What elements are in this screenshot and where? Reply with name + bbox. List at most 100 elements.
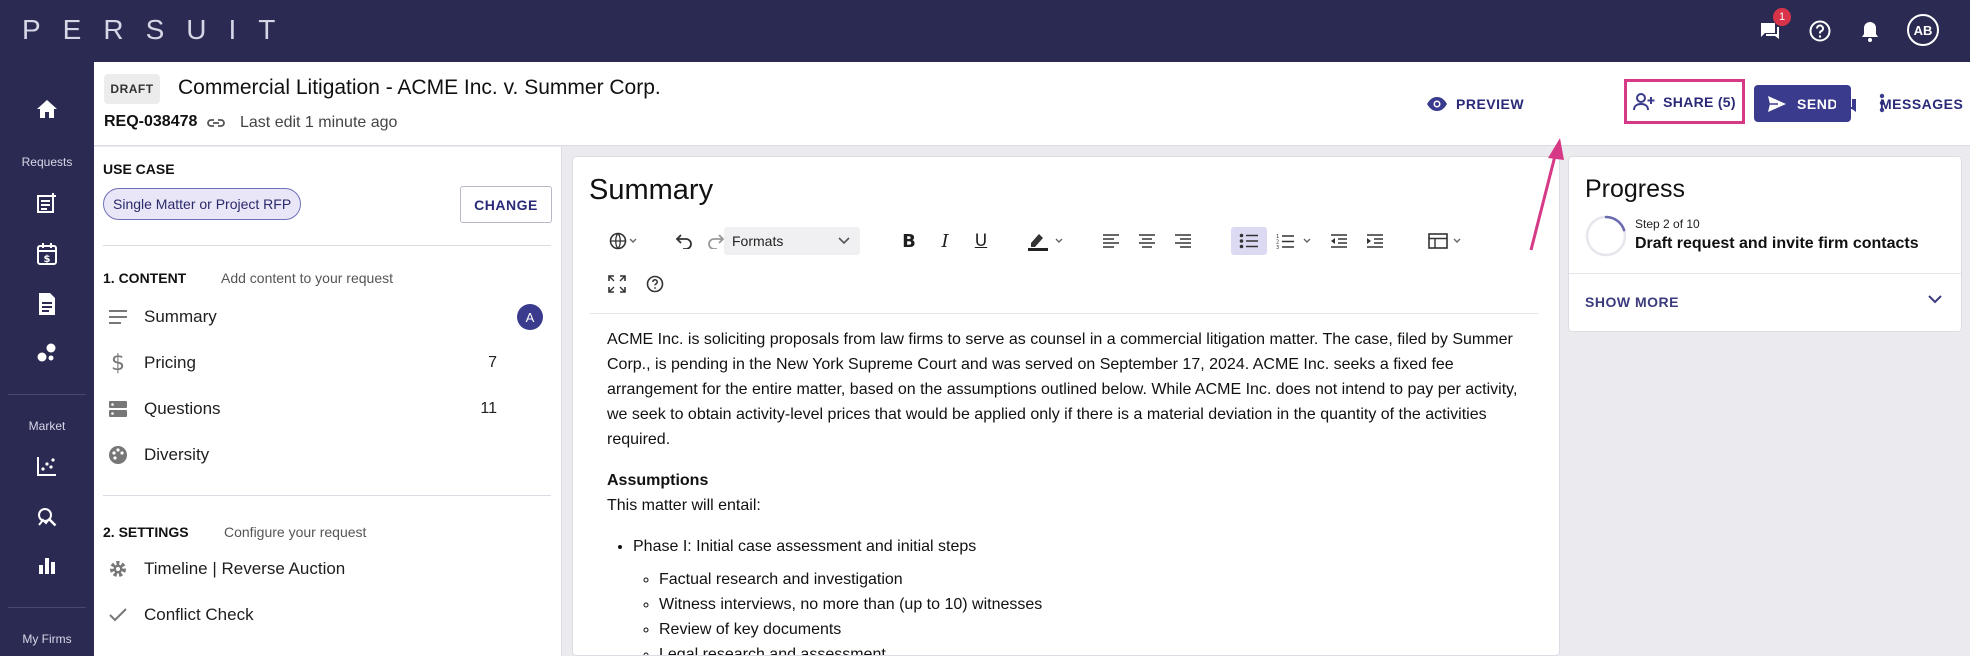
settings-item-timeline[interactable]: Timeline | Reverse Auction [103, 551, 549, 587]
align-right-icon[interactable] [1170, 227, 1196, 255]
summary-editor: Summary Formats B I U 1 2 3 ACME Inc. is… [572, 156, 1560, 656]
editor-content[interactable]: ACME Inc. is soliciting proposals from l… [607, 327, 1527, 655]
progress-ring [1585, 215, 1627, 257]
divider [103, 245, 551, 246]
bar-chart-icon[interactable] [0, 555, 94, 575]
undo-icon[interactable] [672, 227, 696, 255]
phase-sublist: Factual research and investigation Witne… [659, 567, 1527, 655]
gear-icon [103, 559, 133, 579]
list-item: Witness interviews, no more than (up to … [659, 592, 1527, 617]
use-case-label: USE CASE [103, 161, 175, 177]
align-center-icon[interactable] [1134, 227, 1160, 255]
intro-paragraph: ACME Inc. is soliciting proposals from l… [607, 331, 1518, 448]
chat-icon[interactable]: 1 [1755, 8, 1791, 46]
svg-text:3: 3 [1276, 245, 1279, 249]
svg-text:$: $ [44, 254, 51, 265]
search-analytics-icon[interactable] [0, 505, 94, 529]
content-item-pricing[interactable]: $ Pricing 7 [103, 345, 549, 381]
formats-select[interactable]: Formats [724, 227, 860, 255]
align-left-icon[interactable] [1098, 227, 1124, 255]
document-icon[interactable] [0, 292, 94, 316]
dollar-icon: $ [111, 350, 125, 376]
nav-section-my-firms: My Firms [22, 632, 72, 646]
messages-label: MESSAGES [1880, 96, 1964, 112]
eye-icon [1427, 97, 1447, 111]
progress-step: Step 2 of 10 [1635, 217, 1700, 231]
formats-label: Formats [732, 233, 784, 249]
content-item-diversity[interactable]: Diversity [103, 437, 549, 473]
settings-section-subtitle: Configure your request [224, 524, 367, 540]
settings-item-label: Conflict Check [144, 605, 254, 624]
link-icon[interactable] [206, 113, 226, 138]
top-bar: PERSUIT 1 AB [0, 0, 1970, 62]
messages-badge: 1 [1773, 8, 1791, 26]
italic-icon[interactable]: I [932, 227, 958, 255]
language-icon[interactable] [604, 227, 644, 255]
editor-title: Summary [589, 174, 714, 206]
outdent-icon[interactable] [1326, 227, 1352, 255]
content-item-label: Pricing [144, 353, 196, 372]
progress-description: Draft request and invite firm contacts [1635, 235, 1919, 252]
nav-section-requests: Requests [21, 155, 73, 169]
send-icon [1768, 95, 1787, 112]
content-section-subtitle: Add content to your request [221, 270, 393, 286]
divider [1569, 273, 1961, 274]
request-id: REQ-038478 [104, 113, 198, 130]
show-more-button[interactable]: SHOW MORE [1585, 294, 1679, 310]
scatter-chart-icon[interactable] [0, 455, 94, 477]
preview-label: PREVIEW [1456, 96, 1525, 112]
content-section-title: 1. CONTENT [103, 270, 187, 286]
check-icon [103, 607, 133, 623]
left-nav: Requests $ Market My Firms [0, 62, 94, 656]
preview-button[interactable]: PREVIEW [1426, 84, 1524, 124]
item-count: 11 [480, 400, 497, 417]
change-use-case-button[interactable]: CHANGE [460, 186, 552, 223]
send-label: SEND [1797, 95, 1838, 112]
calendar-dollar-icon[interactable]: $ [0, 242, 94, 266]
messages-button[interactable]: MESSAGES [1834, 84, 1963, 124]
nav-divider [8, 394, 86, 395]
underline-icon[interactable]: U [968, 227, 994, 255]
list-icon [103, 400, 133, 418]
settings-item-label: Timeline | Reverse Auction [144, 559, 346, 578]
use-case-chip: Single Matter or Project RFP [103, 188, 302, 220]
editor-help-icon[interactable] [642, 270, 668, 298]
bullet-list-icon[interactable] [1231, 227, 1267, 255]
list-item: Legal research and assessment [659, 642, 1527, 655]
nav-section-market: Market [28, 419, 66, 433]
settings-item-conflict-check[interactable]: Conflict Check [103, 597, 549, 633]
phase-label: Phase I: Initial case assessment and ini… [633, 538, 977, 555]
indent-icon[interactable] [1362, 227, 1388, 255]
bubbles-icon[interactable] [0, 342, 94, 364]
new-request-icon[interactable] [0, 192, 94, 214]
list-item: Phase I: Initial case assessment and ini… [633, 534, 1527, 655]
request-outline-panel: USE CASE Single Matter or Project RFP CH… [94, 147, 562, 656]
assumptions-lead: This matter will entail: [607, 497, 761, 514]
list-item: Review of key documents [659, 617, 1527, 642]
home-icon[interactable] [0, 98, 94, 120]
user-avatar[interactable]: AB [1907, 14, 1939, 46]
numbered-list-icon[interactable]: 123 [1274, 227, 1322, 255]
content-item-summary[interactable]: Summary A [103, 299, 549, 335]
assumptions-heading: Assumptions [607, 472, 709, 489]
nav-divider [8, 607, 86, 608]
editor-toolbar: Formats B I U 123 [590, 220, 1538, 314]
share-button[interactable]: SHARE (5) [1624, 79, 1745, 124]
bell-icon[interactable] [1855, 16, 1885, 46]
progress-card: Progress Step 2 of 10 Draft request and … [1568, 156, 1962, 332]
last-edit-text: Last edit 1 minute ago [240, 114, 398, 131]
content-item-label: Questions [144, 399, 221, 418]
list-item: Factual research and investigation [659, 567, 1527, 592]
settings-section-title: 2. SETTINGS [103, 524, 189, 540]
table-icon[interactable] [1426, 227, 1474, 255]
palette-icon [103, 445, 133, 465]
highlight-color-icon[interactable] [1024, 227, 1072, 255]
content-item-questions[interactable]: Questions 11 [103, 391, 549, 427]
persuit-logo[interactable]: PERSUIT [22, 14, 297, 46]
fullscreen-icon[interactable] [604, 270, 630, 298]
chevron-down-icon[interactable] [1927, 293, 1943, 305]
item-count: 7 [488, 354, 497, 371]
progress-title: Progress [1585, 175, 1686, 203]
bold-icon[interactable]: B [896, 227, 922, 255]
help-icon[interactable] [1805, 16, 1835, 46]
